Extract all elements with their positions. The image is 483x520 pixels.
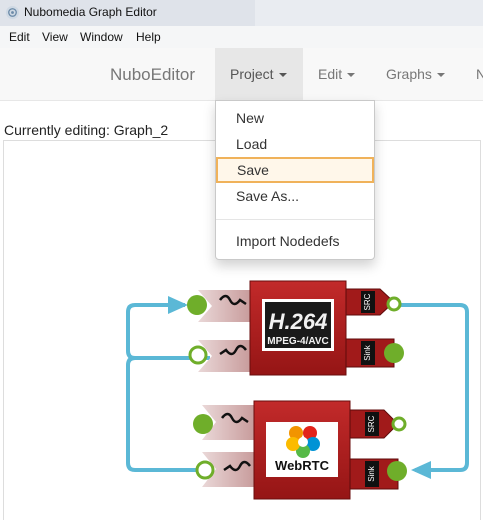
node-webrtc[interactable]: WebRTC SRC Sink: [193, 400, 407, 500]
h264-logo-main: H.264: [269, 309, 328, 334]
h264-sink-label: Sink: [363, 344, 372, 361]
webrtc-sink-label: Sink: [367, 465, 376, 482]
webrtc-sink-input-port-icon[interactable]: [195, 460, 215, 480]
project-dropdown-menu: New Load Save Save As... Import Nodedefs: [215, 100, 375, 260]
menu-item-load[interactable]: Load: [216, 131, 374, 157]
h264-sink-input-port-icon[interactable]: [188, 345, 208, 365]
webrtc-input-port-icon[interactable]: [193, 414, 213, 434]
h264-src-port-icon[interactable]: [386, 296, 402, 312]
webrtc-src-port-icon[interactable]: [391, 416, 407, 432]
webrtc-logo-text: WebRTC: [275, 458, 330, 473]
menu-item-new[interactable]: New: [216, 105, 374, 131]
webrtc-sink-port-icon[interactable]: [387, 461, 407, 481]
edge-left-loop[interactable]: [126, 296, 210, 472]
edge-arrowhead-icon: [168, 296, 188, 314]
node-h264[interactable]: H.264 MPEG-4/AVC SRC Sink: [187, 280, 404, 376]
menu-item-import-nodedefs[interactable]: Import Nodedefs: [216, 228, 374, 254]
edge-right-loop[interactable]: [394, 303, 469, 479]
h264-src-label: SRC: [363, 293, 372, 310]
h264-input-port-icon[interactable]: [187, 295, 207, 315]
h264-logo-sub: MPEG-4/AVC: [267, 336, 329, 347]
menu-item-save[interactable]: Save: [216, 157, 374, 183]
h264-sink-port-icon[interactable]: [384, 343, 404, 363]
menu-divider: [216, 219, 374, 220]
pipeline-graph: H.264 MPEG-4/AVC SRC Sink WebRTC SRC Sin…: [126, 280, 469, 500]
menu-item-save-as[interactable]: Save As...: [216, 183, 374, 209]
webrtc-src-label: SRC: [367, 415, 376, 432]
edge-arrowhead-icon: [411, 461, 431, 479]
